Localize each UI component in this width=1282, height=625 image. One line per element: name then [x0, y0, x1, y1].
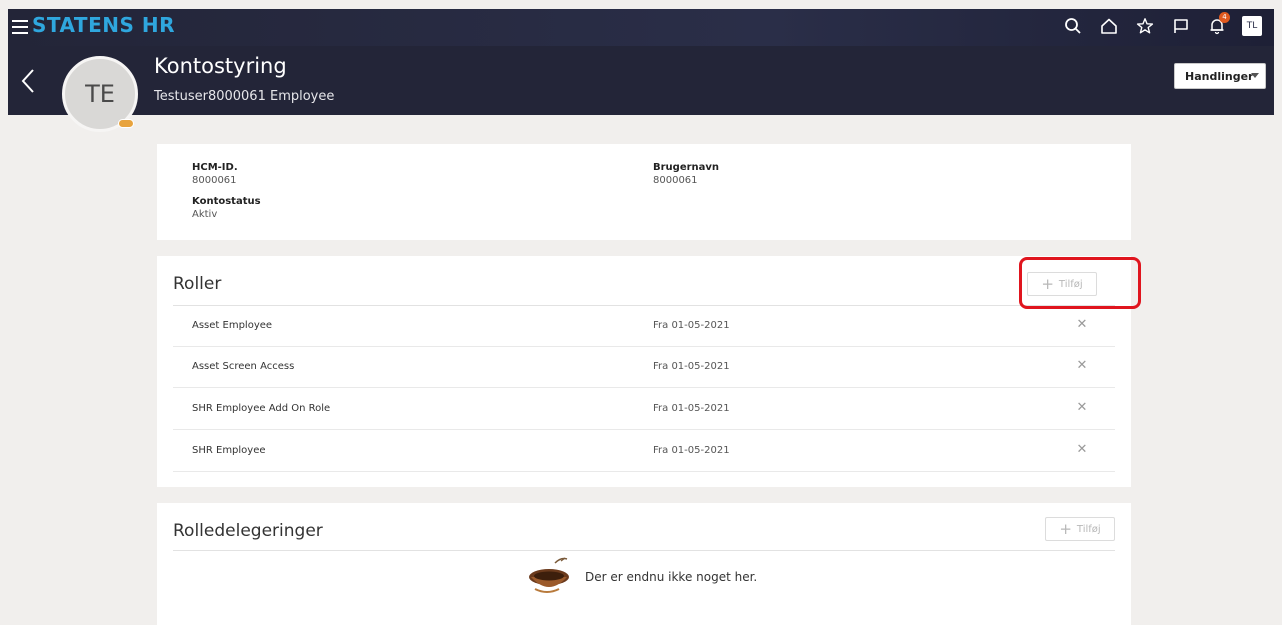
notifications-icon[interactable]: 4 [1206, 12, 1230, 37]
star-icon[interactable] [1134, 15, 1156, 37]
role-delegations-title: Rolledelegeringer [173, 521, 323, 541]
actions-button[interactable]: Handlinger [1174, 63, 1266, 89]
close-icon[interactable]: ✕ [1075, 318, 1089, 332]
header-icons: 4 TL [1062, 12, 1262, 37]
home-icon[interactable] [1098, 15, 1120, 37]
chevron-down-icon [1251, 73, 1259, 78]
add-delegation-label: Tilføj [1076, 523, 1101, 535]
role-row: SHR Employee Fra 01-05-2021 ✕ [173, 431, 1115, 472]
role-row: SHR Employee Add On Role Fra 01-05-2021 … [173, 389, 1115, 430]
empty-nest-icon [529, 557, 569, 593]
menu-icon[interactable] [12, 16, 28, 36]
add-delegation-button[interactable]: + Tilføj [1045, 517, 1115, 541]
role-row: Asset Employee Fra 01-05-2021 ✕ [173, 306, 1115, 347]
account-status-value: Aktiv [192, 209, 218, 220]
role-date: Fra 01-05-2021 [653, 320, 730, 331]
flag-icon[interactable] [1170, 15, 1192, 37]
hcm-id-label: HCM-ID. [192, 162, 238, 173]
username-value: 8000061 [653, 175, 698, 186]
presence-indicator [118, 119, 134, 128]
page-subtitle: Testuser8000061 Employee [154, 89, 335, 104]
role-row: Asset Screen Access Fra 01-05-2021 ✕ [173, 347, 1115, 388]
search-icon[interactable] [1062, 15, 1084, 37]
highlight-annotation [1019, 257, 1141, 309]
hcm-id-value: 8000061 [192, 175, 237, 186]
role-delegations-card: Rolledelegeringer + Tilføj Der er endnu … [157, 503, 1131, 625]
divider [173, 550, 1115, 551]
empty-state: Der er endnu ikke noget her. [525, 555, 757, 599]
plus-icon: + [1059, 519, 1072, 538]
close-icon[interactable]: ✕ [1075, 359, 1089, 373]
close-icon[interactable]: ✕ [1075, 401, 1089, 415]
brand-logo[interactable]: STATENS HR [32, 13, 175, 37]
user-avatar[interactable]: TL [1242, 16, 1262, 36]
actions-button-label: Handlinger [1185, 69, 1254, 83]
role-name: Asset Employee [192, 320, 273, 331]
roles-title: Roller [173, 274, 222, 294]
close-icon[interactable]: ✕ [1075, 443, 1089, 457]
username-label: Brugernavn [653, 162, 720, 173]
role-date: Fra 01-05-2021 [653, 361, 730, 372]
page-header: Kontostyring Testuser8000061 Employee Ha… [8, 46, 1274, 115]
notification-badge: 4 [1219, 12, 1230, 23]
role-date: Fra 01-05-2021 [653, 403, 730, 414]
empty-state-text: Der er endnu ikke noget her. [585, 570, 758, 584]
role-name: SHR Employee Add On Role [192, 403, 331, 414]
role-name: SHR Employee [192, 445, 266, 456]
page-title: Kontostyring [154, 54, 287, 78]
roles-card: Roller + Tilføj Asset Employee Fra 01-05… [157, 256, 1131, 487]
global-header: STATENS HR 4 TL [8, 9, 1274, 46]
role-name: Asset Screen Access [192, 361, 295, 372]
back-icon[interactable] [18, 66, 38, 96]
account-status-label: Kontostatus [192, 196, 261, 207]
role-date: Fra 01-05-2021 [653, 445, 730, 456]
account-info-card: HCM-ID. 8000061 Kontostatus Aktiv Bruger… [157, 144, 1131, 240]
